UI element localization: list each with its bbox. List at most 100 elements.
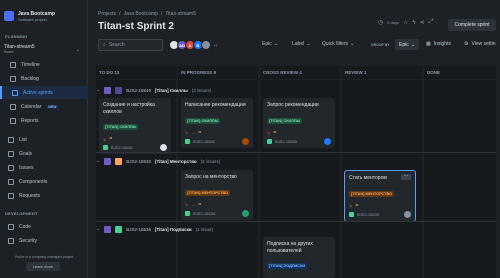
avatar[interactable] — [404, 210, 411, 218]
sidebar-item-active-sprints[interactable]: Active sprints — [0, 86, 88, 99]
search-placeholder: Search — [108, 42, 125, 48]
chart-icon: ▦ — [426, 41, 431, 47]
sidebar-item-components[interactable]: Components — [0, 175, 88, 188]
chevron-down-icon: ⌄ — [96, 226, 101, 232]
project-header[interactable]: Java Bootcamp Software project — [4, 11, 55, 22]
swimlane-header[interactable]: ⌄ BJS2-15549 [Titan] Скиллы (3 issues) — [96, 84, 211, 96]
avatar[interactable] — [201, 40, 211, 50]
column-done — [424, 80, 496, 278]
swimlane-name: [Titan] Менторство — [154, 158, 197, 164]
epic-color-icon — [115, 225, 123, 233]
swimlane-divider — [96, 221, 496, 222]
swimlane-header[interactable]: ⌄ BJS2-15536 [Titan] Подписки (1 issue) — [96, 223, 213, 235]
share-icon[interactable]: ⋖ — [420, 19, 425, 26]
chevron-down-icon: ⌄ — [350, 41, 355, 47]
quick-filters[interactable]: Quick filters ⌄ — [322, 41, 354, 47]
epic-filter[interactable]: Epic ⌄ — [262, 41, 278, 47]
planning-section-title: PLANNING — [5, 34, 28, 39]
code-icon — [8, 223, 14, 230]
settings-icon: ⚙ — [464, 41, 469, 47]
swimlane-count: (3 issues) — [191, 87, 212, 93]
epic-tag: [TITAN] МЕНТОРСТВО — [185, 189, 231, 196]
sidebar-item-list[interactable]: List — [0, 133, 88, 146]
board-icon — [12, 89, 18, 96]
sidebar-item-label: Active sprints — [23, 89, 53, 96]
swimlane-name: [Titan] Подписки — [154, 226, 192, 232]
epic-tag: [TITAN] МЕНТОРСТВО — [349, 190, 395, 197]
sidebar-item-label: Timeline — [21, 61, 40, 68]
sidebar-item-code[interactable]: Code — [0, 220, 88, 233]
issue-card[interactable]: Создание и настройка скиллов [TITAN] СКИ… — [99, 98, 171, 154]
avatar[interactable] — [324, 137, 331, 145]
epic-color-icon — [115, 157, 123, 165]
sidebar-item-label: Security — [19, 237, 38, 244]
sidebar-item-requests[interactable]: Requests — [0, 189, 88, 202]
sidebar-item-label: Backlog — [21, 75, 39, 82]
insights-button[interactable]: ▦ Insights — [426, 41, 451, 47]
days-left: 5 days — [387, 20, 400, 25]
view-settings-button[interactable]: ⚙ View settin — [464, 41, 496, 47]
insights-label: Insights — [433, 41, 451, 47]
expand-icon[interactable]: ⤢ — [429, 19, 434, 26]
priority-medium-icon: = — [109, 136, 113, 142]
breadcrumb-project[interactable]: Java Bootcamp — [123, 11, 157, 17]
breadcrumb-projects[interactable]: Projects — [98, 11, 116, 17]
avatar[interactable] — [160, 144, 167, 151]
sidebar-item-reports[interactable]: Reports — [0, 114, 88, 127]
breadcrumb-separator: / — [119, 11, 121, 17]
group-by-value: Epic — [399, 41, 409, 48]
issue-key: BJS2-15552 — [193, 138, 216, 144]
issue-card[interactable]: Запрос рекомендации [TITAN] СКИЛЛЫ ↳ = BJ… — [263, 98, 335, 148]
subtask-icon: ↳ — [349, 203, 353, 208]
label-filter[interactable]: Label ⌄ — [292, 41, 310, 47]
learn-more-button[interactable]: Learn more — [26, 262, 60, 271]
priority-medium-icon: = — [198, 201, 202, 208]
priority-medium-icon: = — [273, 129, 277, 136]
header-actions: ◷ 5 days ☆ ϟ ⋖ ⤢ — [378, 19, 433, 26]
sidebar-item-security[interactable]: Security — [0, 234, 88, 247]
subtask-icon: ↳ — [185, 130, 189, 135]
project-logo — [4, 11, 14, 21]
board-selector[interactable]: Titan-stream5 Board ⌄ — [4, 44, 82, 58]
avatar[interactable] — [242, 209, 249, 217]
sidebar-item-goals[interactable]: Goals — [0, 147, 88, 160]
breadcrumb-board[interactable]: Titan-stream5 — [165, 11, 196, 17]
breadcrumb: Projects / Java Bootcamp / Titan-stream5 — [98, 11, 196, 17]
clock-icon: ◷ — [378, 20, 384, 26]
sidebar-item-label: Reports — [21, 117, 39, 124]
swimlane-key: BJS2-15536 — [126, 226, 151, 232]
breadcrumb-separator: / — [160, 11, 163, 17]
search-input[interactable]: ⌕ Search — [98, 39, 163, 51]
filter-label: Quick filters — [322, 41, 349, 47]
lightning-icon[interactable]: ϟ — [412, 20, 415, 26]
issue-key: BJS2-15550 — [275, 138, 298, 144]
sidebar-item-backlog[interactable]: Backlog — [0, 72, 88, 85]
board-type: Board — [4, 50, 14, 54]
avatar[interactable] — [242, 137, 249, 145]
filter-label: Epic — [262, 41, 272, 47]
sidebar-item-issues[interactable]: Issues — [0, 161, 88, 174]
sidebar-item-calendar[interactable]: Calendar NEW — [0, 100, 88, 113]
more-avatars[interactable]: +7 — [213, 43, 218, 48]
epic-tag: [TITAN] СКИЛЛЫ — [267, 117, 303, 124]
complete-sprint-button[interactable]: Complete sprint — [448, 19, 496, 31]
card-title: Написание рекомендации — [185, 102, 246, 108]
issue-card-selected[interactable]: ··· Стать ментором [TITAN] МЕНТОРСТВО ↳ =… — [344, 170, 416, 222]
star-icon[interactable]: ☆ — [403, 19, 408, 26]
story-icon — [185, 210, 190, 216]
swimlane-key: BJS2-15549 — [126, 87, 151, 93]
column-header-in-progress: IN PROGRESS 8 — [178, 66, 258, 79]
issue-card[interactable]: Запрос на менторство [TITAN] МЕНТОРСТВО … — [181, 170, 253, 220]
assignee-filter: AD A B +7 — [169, 40, 218, 50]
more-actions-icon[interactable]: ··· — [401, 174, 411, 180]
group-by-select[interactable]: Epic ⌄ — [395, 39, 419, 50]
issue-card[interactable]: Написание рекомендации [TITAN] СКИЛЛЫ ↳ →… — [181, 98, 253, 148]
swimlane-header[interactable]: ⌄ BJS2-15533 [Titan] Менторство (2 issue… — [96, 155, 220, 167]
issue-card[interactable]: Подписка на других пользователей [TITAN]… — [263, 237, 335, 278]
column-header-review: REVIEW 1 — [342, 66, 422, 79]
issues-icon — [8, 164, 14, 171]
flag-icon: → — [191, 202, 196, 207]
new-badge: NEW — [46, 104, 59, 109]
sidebar-item-timeline[interactable]: Timeline — [0, 58, 88, 71]
subtask-icon: ↳ — [267, 130, 271, 135]
